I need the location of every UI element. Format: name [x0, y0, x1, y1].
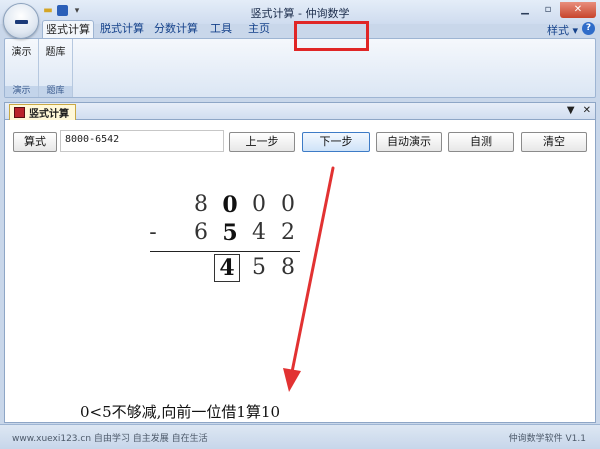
prev-step-button[interactable]: 上一步	[229, 132, 295, 152]
subtrahend-digit: 6	[194, 220, 208, 245]
save-icon[interactable]	[57, 5, 68, 16]
chevron-down-icon: ▾	[572, 24, 578, 37]
ribbon-group-label: 演示	[5, 86, 38, 97]
folder-icon[interactable]: ▬	[42, 5, 54, 17]
minuend-digit: 0	[252, 192, 266, 217]
status-slogan: www.xuexi123.cn 自由学习 自主发展 自在生活	[12, 434, 208, 444]
close-icon[interactable]: ✕	[560, 2, 596, 18]
self-test-button[interactable]: 自测	[448, 132, 514, 152]
app-menu-button[interactable]	[3, 3, 39, 39]
question-bank-button[interactable]: 题库	[39, 43, 72, 58]
document-icon	[14, 107, 25, 118]
status-bar: www.xuexi123.cn 自由学习 自主发展 自在生活 仲询数学软件 V1…	[0, 424, 600, 449]
tab-stepwise-calc[interactable]: 脱式计算	[98, 20, 146, 38]
tab-fraction-calc[interactable]: 分数计算	[152, 20, 200, 38]
quick-access-toolbar: ▬ ▾	[42, 5, 83, 17]
auto-demo-button[interactable]: 自动演示	[376, 132, 442, 152]
maximize-icon[interactable]: ▫	[537, 2, 559, 18]
window-title: 竖式计算 - 仲询数学	[250, 7, 350, 20]
minuend-digit: 0	[281, 192, 295, 217]
minimize-icon[interactable]: ▁	[514, 2, 536, 18]
minuend-digit: 0	[222, 192, 238, 218]
window-controls: ▁ ▫ ✕	[514, 2, 596, 18]
app-menu-icon	[15, 20, 28, 24]
tab-vertical-calc[interactable]: 竖式计算	[42, 20, 94, 38]
dropdown-icon[interactable]: ▼	[567, 105, 575, 116]
subtrahend-digit: 2	[281, 220, 295, 245]
result-digit: 4	[219, 255, 235, 281]
help-icon[interactable]: ?	[582, 22, 595, 35]
document-controls: ▼ ✕	[567, 105, 591, 116]
style-menu-label: 样式	[546, 24, 569, 37]
expression-input[interactable]: 8000-6542	[60, 130, 224, 152]
status-version: 仲询数学软件 V1.1	[508, 434, 586, 444]
ribbon-group-label: 题库	[39, 86, 72, 97]
step-hint: 0<5不够减,向前一位借1算10	[80, 403, 281, 421]
tab-tools[interactable]: 工具	[206, 20, 236, 38]
calculation-line	[150, 251, 300, 252]
ribbon-group-demo: 演示 演示	[5, 39, 39, 97]
result-digit: 5	[252, 255, 266, 280]
ribbon-group-question-bank: 题库 题库	[39, 39, 73, 97]
result-digit: 8	[281, 255, 295, 280]
operator-sign: -	[149, 220, 157, 245]
vertical-calculation: 8 0 0 0 - 6 5 4 2 4 5 8	[142, 186, 302, 282]
formula-button[interactable]: 算式	[13, 132, 57, 152]
demo-button[interactable]: 演示	[5, 43, 38, 58]
document-tab-bar: 竖式计算 ▼ ✕	[5, 103, 595, 120]
chevron-down-icon[interactable]: ▾	[71, 5, 83, 17]
style-menu[interactable]: 样式 ▾	[547, 22, 578, 38]
next-step-button[interactable]: 下一步	[302, 132, 370, 152]
clear-button[interactable]: 清空	[521, 132, 587, 152]
subtrahend-digit: 5	[222, 220, 238, 246]
document-tab-title: 竖式计算	[29, 109, 69, 120]
document-tab[interactable]: 竖式计算	[9, 104, 76, 120]
close-icon[interactable]: ✕	[583, 105, 591, 116]
next-step-highlight	[294, 21, 369, 51]
tab-home[interactable]: 主页	[244, 20, 274, 38]
calc-toolbar: 算式 8000-6542 上一步 下一步 自动演示 自测 清空	[5, 129, 595, 155]
subtrahend-digit: 4	[252, 220, 266, 245]
minuend-digit: 8	[194, 192, 208, 217]
